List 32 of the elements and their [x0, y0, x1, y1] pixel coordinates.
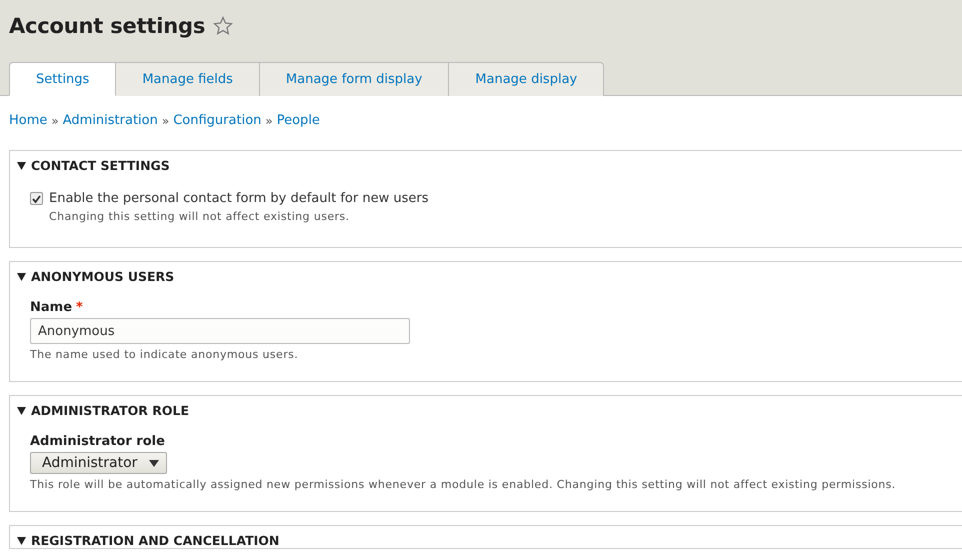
checkbox[interactable] — [30, 192, 43, 205]
caret-icon — [149, 460, 160, 466]
breadcrumb-link[interactable]: People — [276, 113, 320, 128]
triangle-icon — [17, 536, 26, 544]
breadcrumb-link[interactable]: Home — [9, 113, 48, 128]
tab[interactable]: Manage fields — [116, 62, 260, 96]
triangle-icon — [17, 406, 26, 414]
field-description: This role will be automatically assigned new permissions whenever a module is enabled. Changing this setting will not affect existing permissions. — [30, 478, 897, 491]
breadcrumb-separator: » — [51, 114, 59, 128]
field-description: Changing this setting will not affect existing users. — [49, 210, 350, 223]
field-label: Administrator role — [30, 434, 166, 449]
page-title: Account settings — [9, 14, 206, 38]
name-input[interactable]: Anonymous — [30, 318, 410, 344]
fieldset-toggle[interactable]: ADMINISTRATOR ROLE — [10, 403, 962, 418]
fieldset-toggle[interactable]: ANONYMOUS USERS — [10, 269, 962, 284]
breadcrumb-link[interactable]: Configuration — [173, 113, 262, 128]
fieldset-toggle[interactable]: CONTACT SETTINGS — [10, 158, 962, 173]
triangle-icon — [17, 272, 26, 280]
required-marker: * — [76, 300, 83, 315]
triangle-icon — [17, 162, 26, 170]
breadcrumb-separator: » — [162, 114, 170, 128]
star-icon[interactable] — [213, 16, 234, 36]
breadcrumb-separator: » — [265, 114, 273, 128]
role-dropdown[interactable]: Administrator — [30, 452, 168, 474]
breadcrumb-link[interactable]: Administration — [62, 113, 158, 128]
tab[interactable]: Manage form display — [260, 62, 450, 96]
checkbox-label[interactable]: Enable the personal contact form by default for new users — [49, 191, 428, 206]
tab[interactable]: Settings — [9, 62, 116, 96]
field-description: The name used to indicate anonymous users. — [30, 348, 300, 361]
fieldset-toggle[interactable]: REGISTRATION AND CANCELLATION — [10, 533, 962, 548]
tab[interactable]: Manage display — [449, 62, 604, 96]
field-label: Name * — [30, 300, 84, 315]
